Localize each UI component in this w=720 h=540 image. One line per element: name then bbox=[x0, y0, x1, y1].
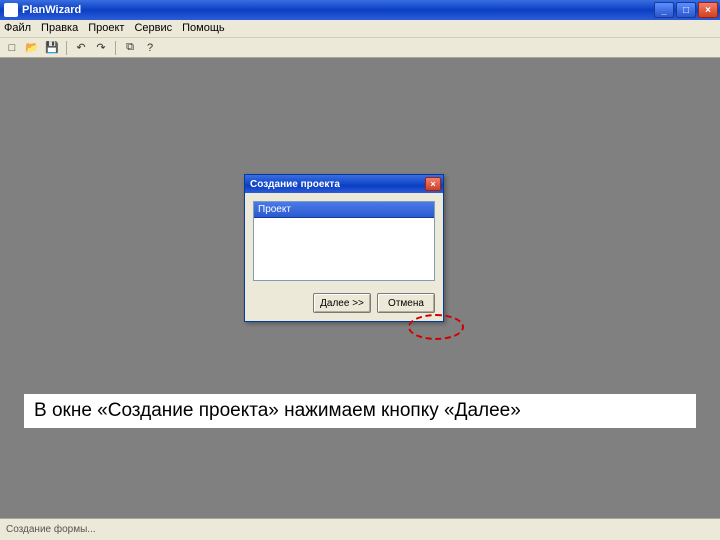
undo-icon[interactable]: ↶ bbox=[73, 40, 89, 56]
save-icon[interactable]: 💾 bbox=[44, 40, 60, 56]
menu-edit[interactable]: Правка bbox=[41, 22, 78, 35]
dialog-close-button[interactable]: × bbox=[425, 177, 441, 191]
app-icon bbox=[4, 3, 18, 17]
window-controls: _ □ × bbox=[654, 2, 718, 18]
menu-file[interactable]: Файл bbox=[4, 22, 31, 35]
instruction-caption: В окне «Создание проекта» нажимаем кнопк… bbox=[24, 394, 696, 428]
app-titlebar: PlanWizard _ □ × bbox=[0, 0, 720, 20]
toolbar-separator bbox=[66, 41, 67, 55]
dialog-titlebar: Создание проекта × bbox=[245, 175, 443, 193]
dialog-title: Создание проекта bbox=[250, 179, 425, 190]
menu-service[interactable]: Сервис bbox=[134, 22, 172, 35]
copy-icon[interactable]: ⧉ bbox=[122, 40, 138, 56]
redo-icon[interactable]: ↷ bbox=[93, 40, 109, 56]
maximize-button[interactable]: □ bbox=[676, 2, 696, 18]
menu-help[interactable]: Помощь bbox=[182, 22, 225, 35]
app-title: PlanWizard bbox=[22, 4, 654, 16]
help-icon[interactable]: ? bbox=[142, 40, 158, 56]
open-icon[interactable]: 📂 bbox=[24, 40, 40, 56]
close-button[interactable]: × bbox=[698, 2, 718, 18]
minimize-button[interactable]: _ bbox=[654, 2, 674, 18]
toolbar: □ 📂 💾 ↶ ↷ ⧉ ? bbox=[0, 38, 720, 58]
dialog-button-row: Далее >> Отмена bbox=[245, 289, 443, 321]
workspace: Создание проекта × Проект Далее >> Отмен… bbox=[0, 58, 720, 518]
next-button[interactable]: Далее >> bbox=[313, 293, 371, 313]
toolbar-separator bbox=[115, 41, 116, 55]
new-icon[interactable]: □ bbox=[4, 40, 20, 56]
dialog-body: Проект bbox=[245, 193, 443, 289]
create-project-dialog: Создание проекта × Проект Далее >> Отмен… bbox=[244, 174, 444, 322]
project-listbox[interactable]: Проект bbox=[253, 201, 435, 281]
menubar: Файл Правка Проект Сервис Помощь bbox=[0, 20, 720, 38]
statusbar: Создание формы... bbox=[0, 518, 720, 540]
menu-project[interactable]: Проект bbox=[88, 22, 124, 35]
project-column-header: Проект bbox=[254, 202, 434, 218]
cancel-button[interactable]: Отмена bbox=[377, 293, 435, 313]
status-text: Создание формы... bbox=[6, 524, 96, 535]
